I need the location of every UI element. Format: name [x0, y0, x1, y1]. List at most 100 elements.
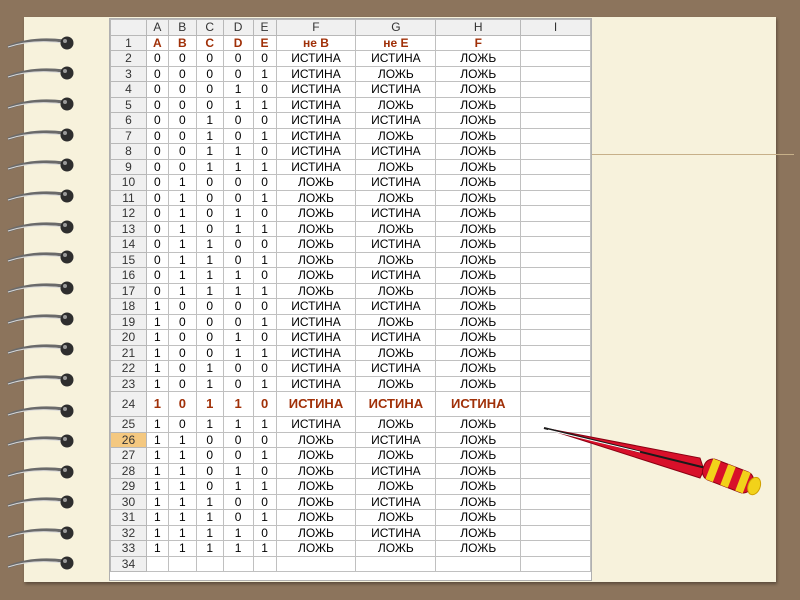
cell[interactable]: ЛОЖЬ	[435, 143, 522, 160]
row-header[interactable]: 3	[110, 65, 147, 82]
row-header[interactable]: 12	[110, 205, 147, 222]
cell[interactable]: 0	[167, 81, 197, 98]
cell[interactable]: 1	[145, 375, 169, 392]
cell[interactable]: 0	[222, 493, 254, 510]
cell[interactable]: 1	[222, 96, 254, 113]
column-header[interactable]: B	[167, 19, 197, 36]
cell[interactable]: ЛОЖЬ	[355, 447, 437, 464]
row-header[interactable]: 14	[110, 236, 147, 253]
cell[interactable]: 0	[252, 112, 277, 129]
cell[interactable]: 0	[195, 329, 224, 346]
cell[interactable]: 0	[252, 298, 277, 315]
cell[interactable]	[520, 174, 591, 191]
cell[interactable]: ИСТИНА	[275, 416, 357, 433]
cell[interactable]: ЛОЖЬ	[355, 416, 437, 433]
cell[interactable]: ЛОЖЬ	[435, 298, 522, 315]
cell[interactable]	[520, 96, 591, 113]
cell[interactable]: 0	[167, 329, 197, 346]
row-header[interactable]: 4	[110, 81, 147, 98]
row-header[interactable]: 27	[110, 447, 147, 464]
row-header[interactable]: 10	[110, 174, 147, 191]
column-header[interactable]: I	[520, 19, 591, 36]
cell[interactable]: ЛОЖЬ	[275, 174, 357, 191]
cell[interactable]: ЛОЖЬ	[435, 313, 522, 330]
cell[interactable]: 1	[145, 462, 169, 479]
cell[interactable]: A	[145, 34, 169, 51]
cell[interactable]: ЛОЖЬ	[435, 282, 522, 299]
cell[interactable]: ИСТИНА	[355, 81, 437, 98]
cell[interactable]: ЛОЖЬ	[435, 509, 522, 526]
cell[interactable]: 0	[195, 96, 224, 113]
cell[interactable]	[252, 555, 277, 572]
cell[interactable]: 1	[252, 220, 277, 237]
cell[interactable]	[520, 251, 591, 268]
cell[interactable]: 0	[252, 81, 277, 98]
cell[interactable]: ИСТИНА	[355, 267, 437, 284]
cell[interactable]: ИСТИНА	[355, 391, 437, 417]
cell[interactable]: 0	[252, 205, 277, 222]
cell[interactable]	[275, 555, 357, 572]
cell[interactable]: 1	[195, 112, 224, 129]
cell[interactable]: 0	[195, 174, 224, 191]
cell[interactable]: 0	[145, 205, 169, 222]
cell[interactable]: ЛОЖЬ	[355, 509, 437, 526]
cell[interactable]: 1	[145, 524, 169, 541]
cell[interactable]: 0	[167, 143, 197, 160]
cell[interactable]: ЛОЖЬ	[275, 236, 357, 253]
cell[interactable]: ЛОЖЬ	[275, 189, 357, 206]
row-header[interactable]: 2	[110, 50, 147, 67]
cell[interactable]: ЛОЖЬ	[275, 220, 357, 237]
cell[interactable]: 0	[252, 329, 277, 346]
cell[interactable]: 0	[145, 267, 169, 284]
cell[interactable]	[520, 329, 591, 346]
cell[interactable]: 1	[167, 493, 197, 510]
cell[interactable]: 0	[167, 112, 197, 129]
cell[interactable]: 1	[222, 344, 254, 361]
cell[interactable]: ЛОЖЬ	[435, 158, 522, 175]
cell[interactable]: 1	[167, 431, 197, 448]
cell[interactable]: 0	[145, 251, 169, 268]
cell[interactable]: 1	[252, 158, 277, 175]
cell[interactable]: ИСТИНА	[275, 344, 357, 361]
cell[interactable]: 1	[195, 391, 224, 417]
cell[interactable]: 1	[195, 282, 224, 299]
cell[interactable]: ЛОЖЬ	[435, 267, 522, 284]
cell[interactable]: ЛОЖЬ	[435, 174, 522, 191]
row-header[interactable]: 22	[110, 360, 147, 377]
row-header[interactable]: 17	[110, 282, 147, 299]
row-header[interactable]: 5	[110, 96, 147, 113]
cell[interactable]: ЛОЖЬ	[435, 462, 522, 479]
cell[interactable]: 1	[145, 509, 169, 526]
cell[interactable]: ИСТИНА	[275, 112, 357, 129]
cell[interactable]	[520, 509, 591, 526]
column-header[interactable]: F	[275, 19, 357, 36]
row-header[interactable]: 15	[110, 251, 147, 268]
cell[interactable]: 0	[195, 189, 224, 206]
cell[interactable]: ЛОЖЬ	[275, 431, 357, 448]
cell[interactable]: 1	[252, 447, 277, 464]
cell[interactable]: ЛОЖЬ	[275, 447, 357, 464]
cell[interactable]: 1	[167, 524, 197, 541]
cell[interactable]: ЛОЖЬ	[355, 313, 437, 330]
cell[interactable]: 1	[222, 329, 254, 346]
cell[interactable]: 1	[167, 267, 197, 284]
cell[interactable]: ИСТИНА	[355, 462, 437, 479]
column-header[interactable]: D	[222, 19, 254, 36]
row-header[interactable]: 8	[110, 143, 147, 160]
cell[interactable]: 0	[222, 251, 254, 268]
cell[interactable]: не Е	[355, 34, 437, 51]
row-header[interactable]: 24	[110, 391, 147, 417]
cell[interactable]: 1	[167, 478, 197, 495]
cell[interactable]: 0	[195, 81, 224, 98]
cell[interactable]: ЛОЖЬ	[435, 65, 522, 82]
cell[interactable]: 1	[167, 282, 197, 299]
cell[interactable]	[520, 189, 591, 206]
cell[interactable]: 0	[222, 65, 254, 82]
row-header[interactable]: 23	[110, 375, 147, 392]
cell[interactable]: ЛОЖЬ	[435, 524, 522, 541]
cell[interactable]: 0	[252, 143, 277, 160]
cell[interactable]: 1	[145, 329, 169, 346]
cell[interactable]: 1	[167, 251, 197, 268]
cell[interactable]: 0	[167, 158, 197, 175]
cell[interactable]: ИСТИНА	[275, 127, 357, 144]
